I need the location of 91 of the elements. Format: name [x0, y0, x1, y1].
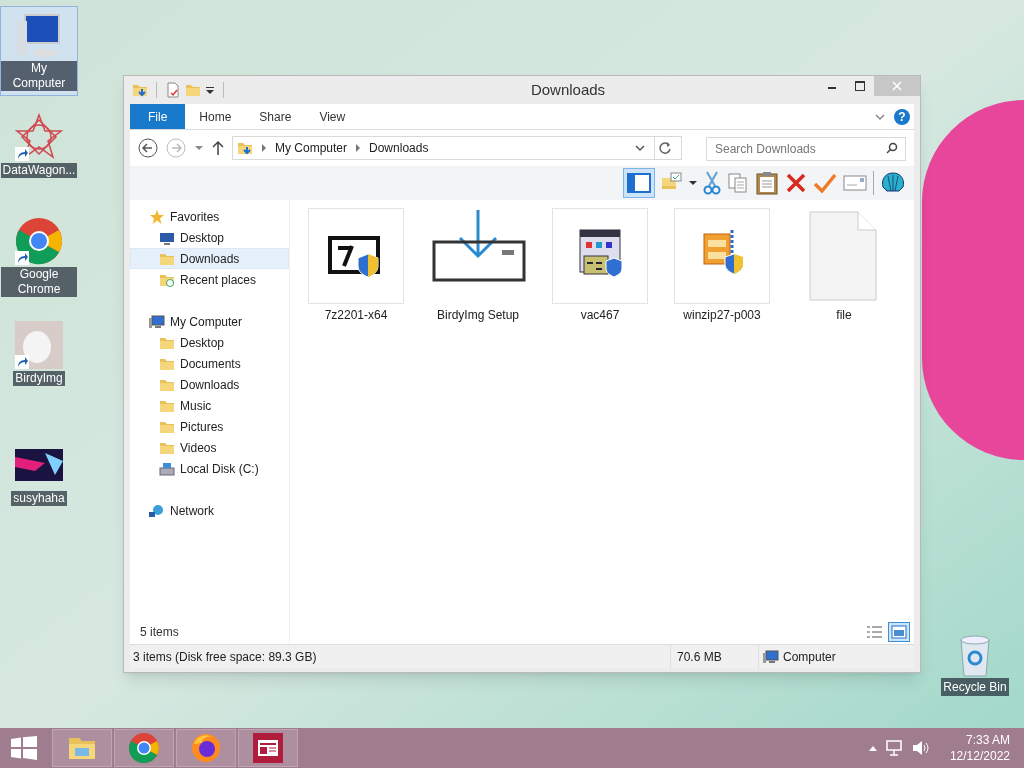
recycle-bin-icon: [957, 632, 993, 678]
breadcrumb[interactable]: My Computer: [275, 139, 348, 157]
nav-item[interactable]: Favorites: [130, 206, 289, 227]
up-arrow-icon[interactable]: [212, 140, 224, 156]
star-icon: [149, 208, 165, 225]
computer-icon: [763, 648, 779, 665]
details-view-icon[interactable]: [866, 624, 884, 640]
shortcut-label: BirdyImg: [13, 371, 65, 386]
breadcrumb[interactable]: Downloads: [369, 139, 429, 157]
chrome-icon: [128, 732, 160, 764]
ribbon-tab[interactable]: File: [130, 104, 186, 129]
taskbar-button[interactable]: [176, 729, 236, 767]
chrome-icon: [15, 217, 63, 265]
copy-icon[interactable]: [727, 172, 749, 194]
desktop-shortcut[interactable]: susyhaha: [0, 436, 78, 511]
newspaper-icon: [252, 732, 284, 764]
speaker-icon[interactable]: [911, 740, 930, 756]
computer-icon: [15, 11, 63, 59]
nav-item[interactable]: Local Disk (C:): [130, 458, 289, 479]
network-icon[interactable]: [885, 740, 904, 756]
paste-icon[interactable]: [755, 171, 779, 195]
search-icon: [886, 142, 898, 154]
ribbon-tab[interactable]: Share: [245, 104, 306, 129]
file-name: 7z2201-x64: [324, 307, 388, 324]
shortcut-label: Recycle Bin: [941, 678, 1009, 696]
firefox-icon: [190, 732, 222, 764]
folder-download-icon: [237, 140, 253, 156]
dropdown-icon[interactable]: [689, 180, 697, 186]
nav-item[interactable]: Desktop: [130, 332, 289, 353]
properties-icon[interactable]: [843, 174, 867, 192]
search-field[interactable]: Search Downloads: [706, 137, 906, 161]
close-icon: [892, 81, 902, 91]
large-icons-view-icon[interactable]: [888, 622, 910, 642]
desktop-shortcut[interactable]: DataWagon...: [0, 108, 78, 183]
status-text: 70.6 MB: [676, 648, 723, 666]
shell-icon[interactable]: [880, 171, 906, 195]
photo-placeholder: [15, 321, 63, 369]
file-name: vac467: [580, 307, 620, 324]
nav-item[interactable]: Pictures: [130, 416, 289, 437]
desktop-shortcut[interactable]: BirdyImg: [0, 316, 78, 391]
clock-date[interactable]: 12/12/2022: [949, 748, 1010, 764]
windows-logo-icon: [11, 736, 37, 760]
chevron-right-icon: [261, 144, 267, 152]
address-bar[interactable]: My Computer Downloads: [232, 136, 682, 160]
shortcut-label: Google Chrome: [1, 267, 77, 297]
back-icon[interactable]: [138, 138, 158, 158]
shortcut-label: My Computer: [1, 61, 77, 91]
nav-item[interactable]: Network: [130, 500, 289, 521]
computer-icon: [149, 313, 165, 330]
status-text: Computer: [783, 648, 836, 666]
checkmark-icon[interactable]: [813, 172, 837, 194]
cut-icon[interactable]: [703, 171, 721, 195]
disk-drive-icon: [159, 460, 175, 477]
window-title: Downloads: [530, 79, 606, 100]
ribbon-tab[interactable]: Home: [185, 104, 246, 129]
nav-item[interactable]: Downloads: [130, 248, 289, 269]
file-name: BirdyImg Setup: [436, 307, 519, 324]
status-text: 3 items (Disk free space: 89.3 GB): [132, 648, 318, 666]
item-count: 5 items: [140, 624, 179, 641]
desktop-shortcut[interactable]: Recycle Bin: [942, 632, 1008, 696]
folder-download-icon[interactable]: [132, 82, 148, 98]
nav-item[interactable]: Documents: [130, 353, 289, 374]
help-button[interactable]: ?: [894, 108, 910, 125]
chevron-right-icon: [355, 144, 362, 152]
chevron-up-icon[interactable]: [867, 744, 878, 752]
desktop-shortcut[interactable]: My Computer: [0, 6, 78, 96]
shortcut-label: DataWagon...: [0, 163, 78, 178]
nav-item[interactable]: Videos: [130, 437, 289, 458]
file-item[interactable]: BirdyImg Setup: [430, 208, 526, 324]
file-item[interactable]: file: [796, 208, 892, 324]
shortcut-label: susyhaha: [11, 491, 67, 506]
network-icon: [149, 502, 165, 519]
delete-icon[interactable]: [785, 172, 807, 194]
desktop-shortcut[interactable]: Google Chrome: [0, 212, 78, 302]
file-name: winzip27-p003: [683, 307, 761, 324]
forward-icon[interactable]: [166, 138, 186, 158]
file-name: file: [836, 307, 852, 324]
chevron-down-icon[interactable]: [634, 142, 646, 154]
nav-item[interactable]: My Computer: [130, 311, 289, 332]
star-pattern-icon: [15, 113, 63, 161]
nav-item[interactable]: Desktop: [130, 227, 289, 248]
document-icon[interactable]: [165, 82, 181, 98]
nav-item[interactable]: Music: [130, 395, 289, 416]
maximize-icon: [855, 81, 865, 91]
nav-item[interactable]: Recent places: [130, 269, 289, 290]
taskbar-button[interactable]: [114, 729, 174, 767]
taskbar-button[interactable]: [238, 729, 298, 767]
preview-pane-icon[interactable]: [623, 168, 655, 198]
ribbon-tab[interactable]: View: [305, 104, 360, 129]
clock-time[interactable]: 7:33 AM: [965, 732, 1010, 748]
nav-item[interactable]: Downloads: [130, 374, 289, 395]
